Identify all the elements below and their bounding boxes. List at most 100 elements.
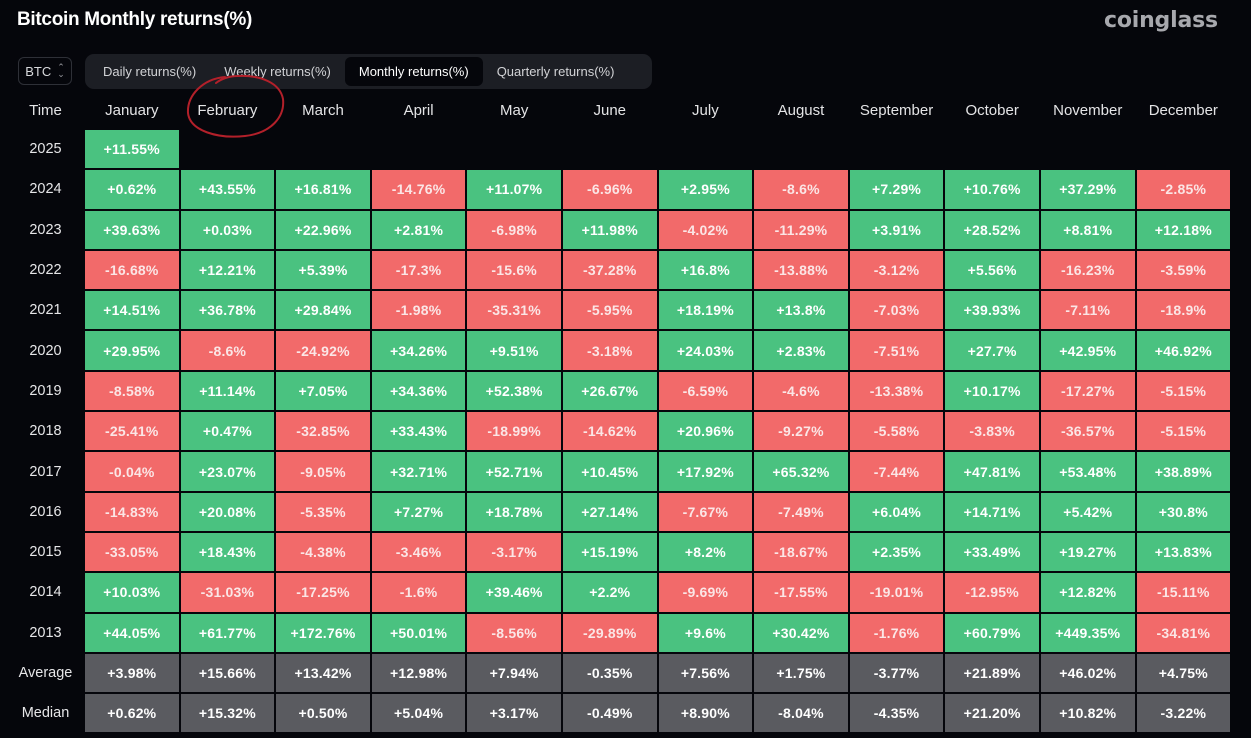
return-cell: +8.81%: [1040, 210, 1135, 249]
column-header-may[interactable]: May: [467, 92, 561, 128]
return-cell: +7.29%: [849, 170, 944, 209]
tab-weekly-returns[interactable]: Weekly returns(%): [210, 57, 345, 86]
return-cell: +17.92%: [658, 452, 753, 491]
return-cell: -18.67%: [754, 532, 848, 572]
column-header-april[interactable]: April: [372, 92, 466, 128]
return-cell: -1.6%: [371, 573, 466, 612]
column-header-february[interactable]: February: [181, 92, 275, 128]
return-cell: +13.8%: [754, 291, 848, 330]
return-cell: -17.55%: [754, 573, 848, 612]
column-header-december[interactable]: December: [1137, 92, 1231, 128]
column-header-august[interactable]: August: [754, 92, 848, 128]
average-cell: +13.42%: [276, 653, 370, 693]
average-cell: +15.66%: [180, 653, 275, 693]
return-cell: -7.44%: [849, 452, 944, 491]
column-header-september[interactable]: September: [850, 92, 944, 128]
return-cell: +15.19%: [562, 532, 657, 572]
average-cell: -0.35%: [562, 653, 657, 693]
return-cell: -17.3%: [371, 250, 466, 290]
return-cell: -7.49%: [754, 492, 848, 531]
asset-selector-value: BTC: [25, 63, 52, 79]
return-cell: +33.49%: [945, 532, 1039, 572]
average-cell: +46.02%: [1040, 653, 1135, 693]
return-cell: +11.98%: [562, 210, 657, 249]
row-label-year: 2019: [29, 382, 62, 399]
return-cell: -29.89%: [562, 613, 657, 652]
return-cell: -7.11%: [1040, 291, 1135, 330]
return-cell: -13.38%: [849, 371, 944, 411]
tab-quarterly-returns[interactable]: Quarterly returns(%): [483, 57, 629, 86]
asset-selector[interactable]: BTC ⌃ ⌄: [18, 57, 72, 85]
return-cell: +18.78%: [467, 492, 561, 531]
tab-daily-returns[interactable]: Daily returns(%): [89, 57, 210, 86]
return-cell: -31.03%: [180, 573, 275, 612]
return-cell: +18.43%: [180, 532, 275, 572]
column-header-march[interactable]: March: [276, 92, 370, 128]
row-label-year: 2025: [29, 141, 62, 158]
coinglass-logo: coinglass: [1104, 8, 1218, 33]
row-label-year: 2013: [29, 624, 62, 641]
return-cell: -25.41%: [85, 412, 179, 451]
return-cell: +2.2%: [562, 573, 657, 612]
return-cell: +5.42%: [1040, 492, 1135, 531]
return-cell: +60.79%: [945, 613, 1039, 652]
return-cell: +13.83%: [1136, 532, 1231, 572]
return-cell: +12.82%: [1040, 573, 1135, 612]
return-cell: -4.38%: [276, 532, 370, 572]
return-cell: +22.96%: [276, 210, 370, 249]
column-header-june[interactable]: June: [563, 92, 657, 128]
median-cell: +5.04%: [371, 694, 466, 733]
return-cell: +172.76%: [276, 613, 370, 652]
tab-monthly-returns[interactable]: Monthly returns(%): [344, 57, 483, 86]
empty-cell: [181, 130, 275, 168]
return-cell: -11.29%: [754, 210, 848, 249]
row-label-year: 2017: [29, 463, 62, 480]
return-cell: +27.7%: [945, 331, 1039, 370]
empty-cell: [850, 130, 944, 168]
return-cell: -8.6%: [754, 170, 848, 209]
row-label-year: 2024: [29, 181, 62, 198]
return-cell: +33.43%: [371, 412, 466, 451]
return-cell: +23.07%: [180, 452, 275, 491]
median-cell: -4.35%: [849, 694, 944, 733]
return-cell: -13.88%: [754, 250, 848, 290]
return-cell: +12.21%: [180, 250, 275, 290]
return-cell: +27.14%: [562, 492, 657, 531]
column-header-october[interactable]: October: [945, 92, 1039, 128]
return-cell: +2.35%: [849, 532, 944, 572]
return-cell: +20.96%: [658, 412, 753, 451]
return-cell: -14.62%: [562, 412, 657, 451]
return-cell: -7.03%: [849, 291, 944, 330]
median-cell: +10.82%: [1040, 694, 1135, 733]
return-cell: +10.45%: [562, 452, 657, 491]
return-cell: -1.98%: [371, 291, 466, 330]
return-cell: +18.19%: [658, 291, 753, 330]
empty-cell: [754, 130, 848, 168]
return-cell: -5.95%: [562, 291, 657, 330]
return-cell: +30.8%: [1136, 492, 1231, 531]
return-cell: -7.51%: [849, 331, 944, 370]
return-cell: +50.01%: [371, 613, 466, 652]
empty-cell: [1137, 130, 1231, 168]
return-cell: -36.57%: [1040, 412, 1135, 451]
average-cell: +7.94%: [467, 653, 561, 693]
return-cell: +11.14%: [180, 371, 275, 411]
empty-cell: [372, 130, 466, 168]
return-cell: +14.51%: [85, 291, 179, 330]
return-cell: -18.99%: [467, 412, 561, 451]
return-cell: -32.85%: [276, 412, 370, 451]
row-label-year: 2023: [29, 221, 62, 238]
column-header-january[interactable]: January: [85, 92, 179, 128]
return-cell: -6.98%: [467, 210, 561, 249]
median-cell: +15.32%: [180, 694, 275, 733]
return-cell: -3.12%: [849, 250, 944, 290]
median-cell: -8.04%: [754, 694, 848, 733]
return-cell: -15.6%: [467, 250, 561, 290]
column-header-november[interactable]: November: [1041, 92, 1135, 128]
return-cell: -3.18%: [562, 331, 657, 370]
empty-cell: [276, 130, 370, 168]
return-cell: -24.92%: [276, 331, 370, 370]
column-header-july[interactable]: July: [659, 92, 753, 128]
return-cell: +2.83%: [754, 331, 848, 370]
return-cell: -9.69%: [658, 573, 753, 612]
